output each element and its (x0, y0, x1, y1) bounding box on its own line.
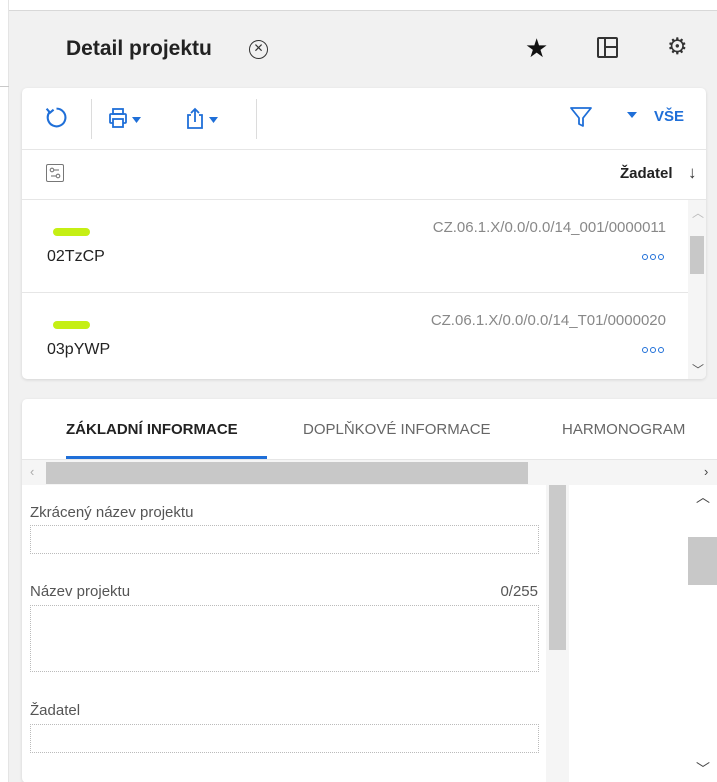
project-code: CZ.06.1.X/0.0/0.0/14_T01/0000020 (430, 312, 666, 329)
chevron-right-icon[interactable]: › (704, 464, 708, 479)
list-item[interactable]: CZ.06.1.X/0.0/0.0/14_T01/0000020 03pYWP (22, 293, 688, 379)
horizontal-scrollbar[interactable]: ‹ › (22, 459, 717, 485)
short-name-field[interactable] (30, 525, 539, 554)
detail-scrollbar[interactable]: ︿ ﹀ (688, 485, 717, 782)
tab-additional-info[interactable]: DOPLŇKOVÉ INFORMACE (303, 421, 491, 438)
chevron-left-icon[interactable]: ‹ (30, 464, 34, 479)
applicant-field[interactable] (30, 724, 539, 753)
sort-direction-icon[interactable]: ↓ (688, 163, 697, 183)
more-options-icon[interactable] (642, 253, 664, 261)
close-icon[interactable]: ✕ (249, 40, 268, 59)
applicant-label: Žadatel (30, 702, 81, 719)
scrollbar-thumb[interactable] (549, 485, 566, 650)
status-badge (53, 228, 90, 236)
project-list: CZ.06.1.X/0.0/0.0/14_001/0000011 02TzCP … (22, 200, 706, 379)
basic-info-form: Zkrácený název projektu Název projektu 0… (22, 485, 546, 782)
status-badge (53, 321, 90, 329)
project-name-field[interactable] (30, 605, 539, 672)
chevron-down-icon[interactable]: ﹀ (692, 361, 704, 378)
project-name: 02TzCP (47, 248, 105, 265)
column-settings-icon[interactable] (46, 164, 64, 182)
detail-card: ZÁKLADNÍ INFORMACE DOPLŇKOVÉ INFORMACE H… (22, 399, 717, 782)
toolbar-divider (256, 99, 257, 139)
project-detail-panel: Detail projektu ✕ ★ ⚙ VŠE Žadatel ↓ CZ.0… (9, 10, 717, 782)
tab-basic-info[interactable]: ZÁKLADNÍ INFORMACE (66, 421, 238, 438)
short-name-label: Zkrácený název projektu (30, 504, 194, 521)
list-scrollbar[interactable]: ︿ ﹀ (688, 200, 706, 379)
chevron-down-icon[interactable] (627, 112, 637, 118)
gear-icon[interactable]: ⚙ (667, 33, 688, 60)
layout-icon[interactable] (597, 37, 618, 58)
list-toolbar: VŠE (22, 88, 706, 150)
tab-schedule[interactable]: HARMONOGRAM (562, 421, 685, 438)
scrollbar-thumb[interactable] (690, 236, 704, 274)
scrollbar-thumb[interactable] (688, 537, 717, 585)
sort-bar: Žadatel ↓ (22, 150, 706, 200)
toolbar-divider (91, 99, 92, 139)
tab-bar: ZÁKLADNÍ INFORMACE DOPLŇKOVÉ INFORMACE H… (22, 399, 717, 459)
panel-header: Detail projektu ✕ ★ ⚙ (9, 11, 717, 89)
filter-select[interactable]: VŠE (654, 108, 684, 125)
more-options-icon[interactable] (642, 346, 664, 354)
left-edge (0, 0, 9, 782)
share-icon[interactable] (186, 107, 220, 131)
chevron-up-icon[interactable]: ︿ (696, 487, 710, 507)
filter-icon[interactable] (569, 105, 593, 129)
star-icon[interactable]: ★ (525, 33, 548, 64)
project-name-label: Název projektu (30, 583, 131, 600)
project-code: CZ.06.1.X/0.0/0.0/14_001/0000011 (432, 219, 666, 236)
project-name: 03pYWP (47, 341, 111, 358)
refresh-icon[interactable] (44, 105, 69, 130)
scrollbar-thumb[interactable] (46, 462, 528, 484)
sort-column-label[interactable]: Žadatel (620, 165, 673, 182)
character-counter: 0/255 (500, 583, 538, 600)
chevron-up-icon[interactable]: ︿ (692, 204, 704, 221)
chevron-down-icon[interactable]: ﹀ (696, 759, 710, 779)
list-item[interactable]: CZ.06.1.X/0.0/0.0/14_001/0000011 02TzCP (22, 200, 688, 293)
form-scrollbar[interactable] (546, 485, 569, 782)
project-list-card: VŠE Žadatel ↓ CZ.06.1.X/0.0/0.0/14_001/0… (22, 88, 706, 379)
page-title: Detail projektu (66, 37, 212, 60)
print-icon[interactable] (109, 107, 143, 131)
